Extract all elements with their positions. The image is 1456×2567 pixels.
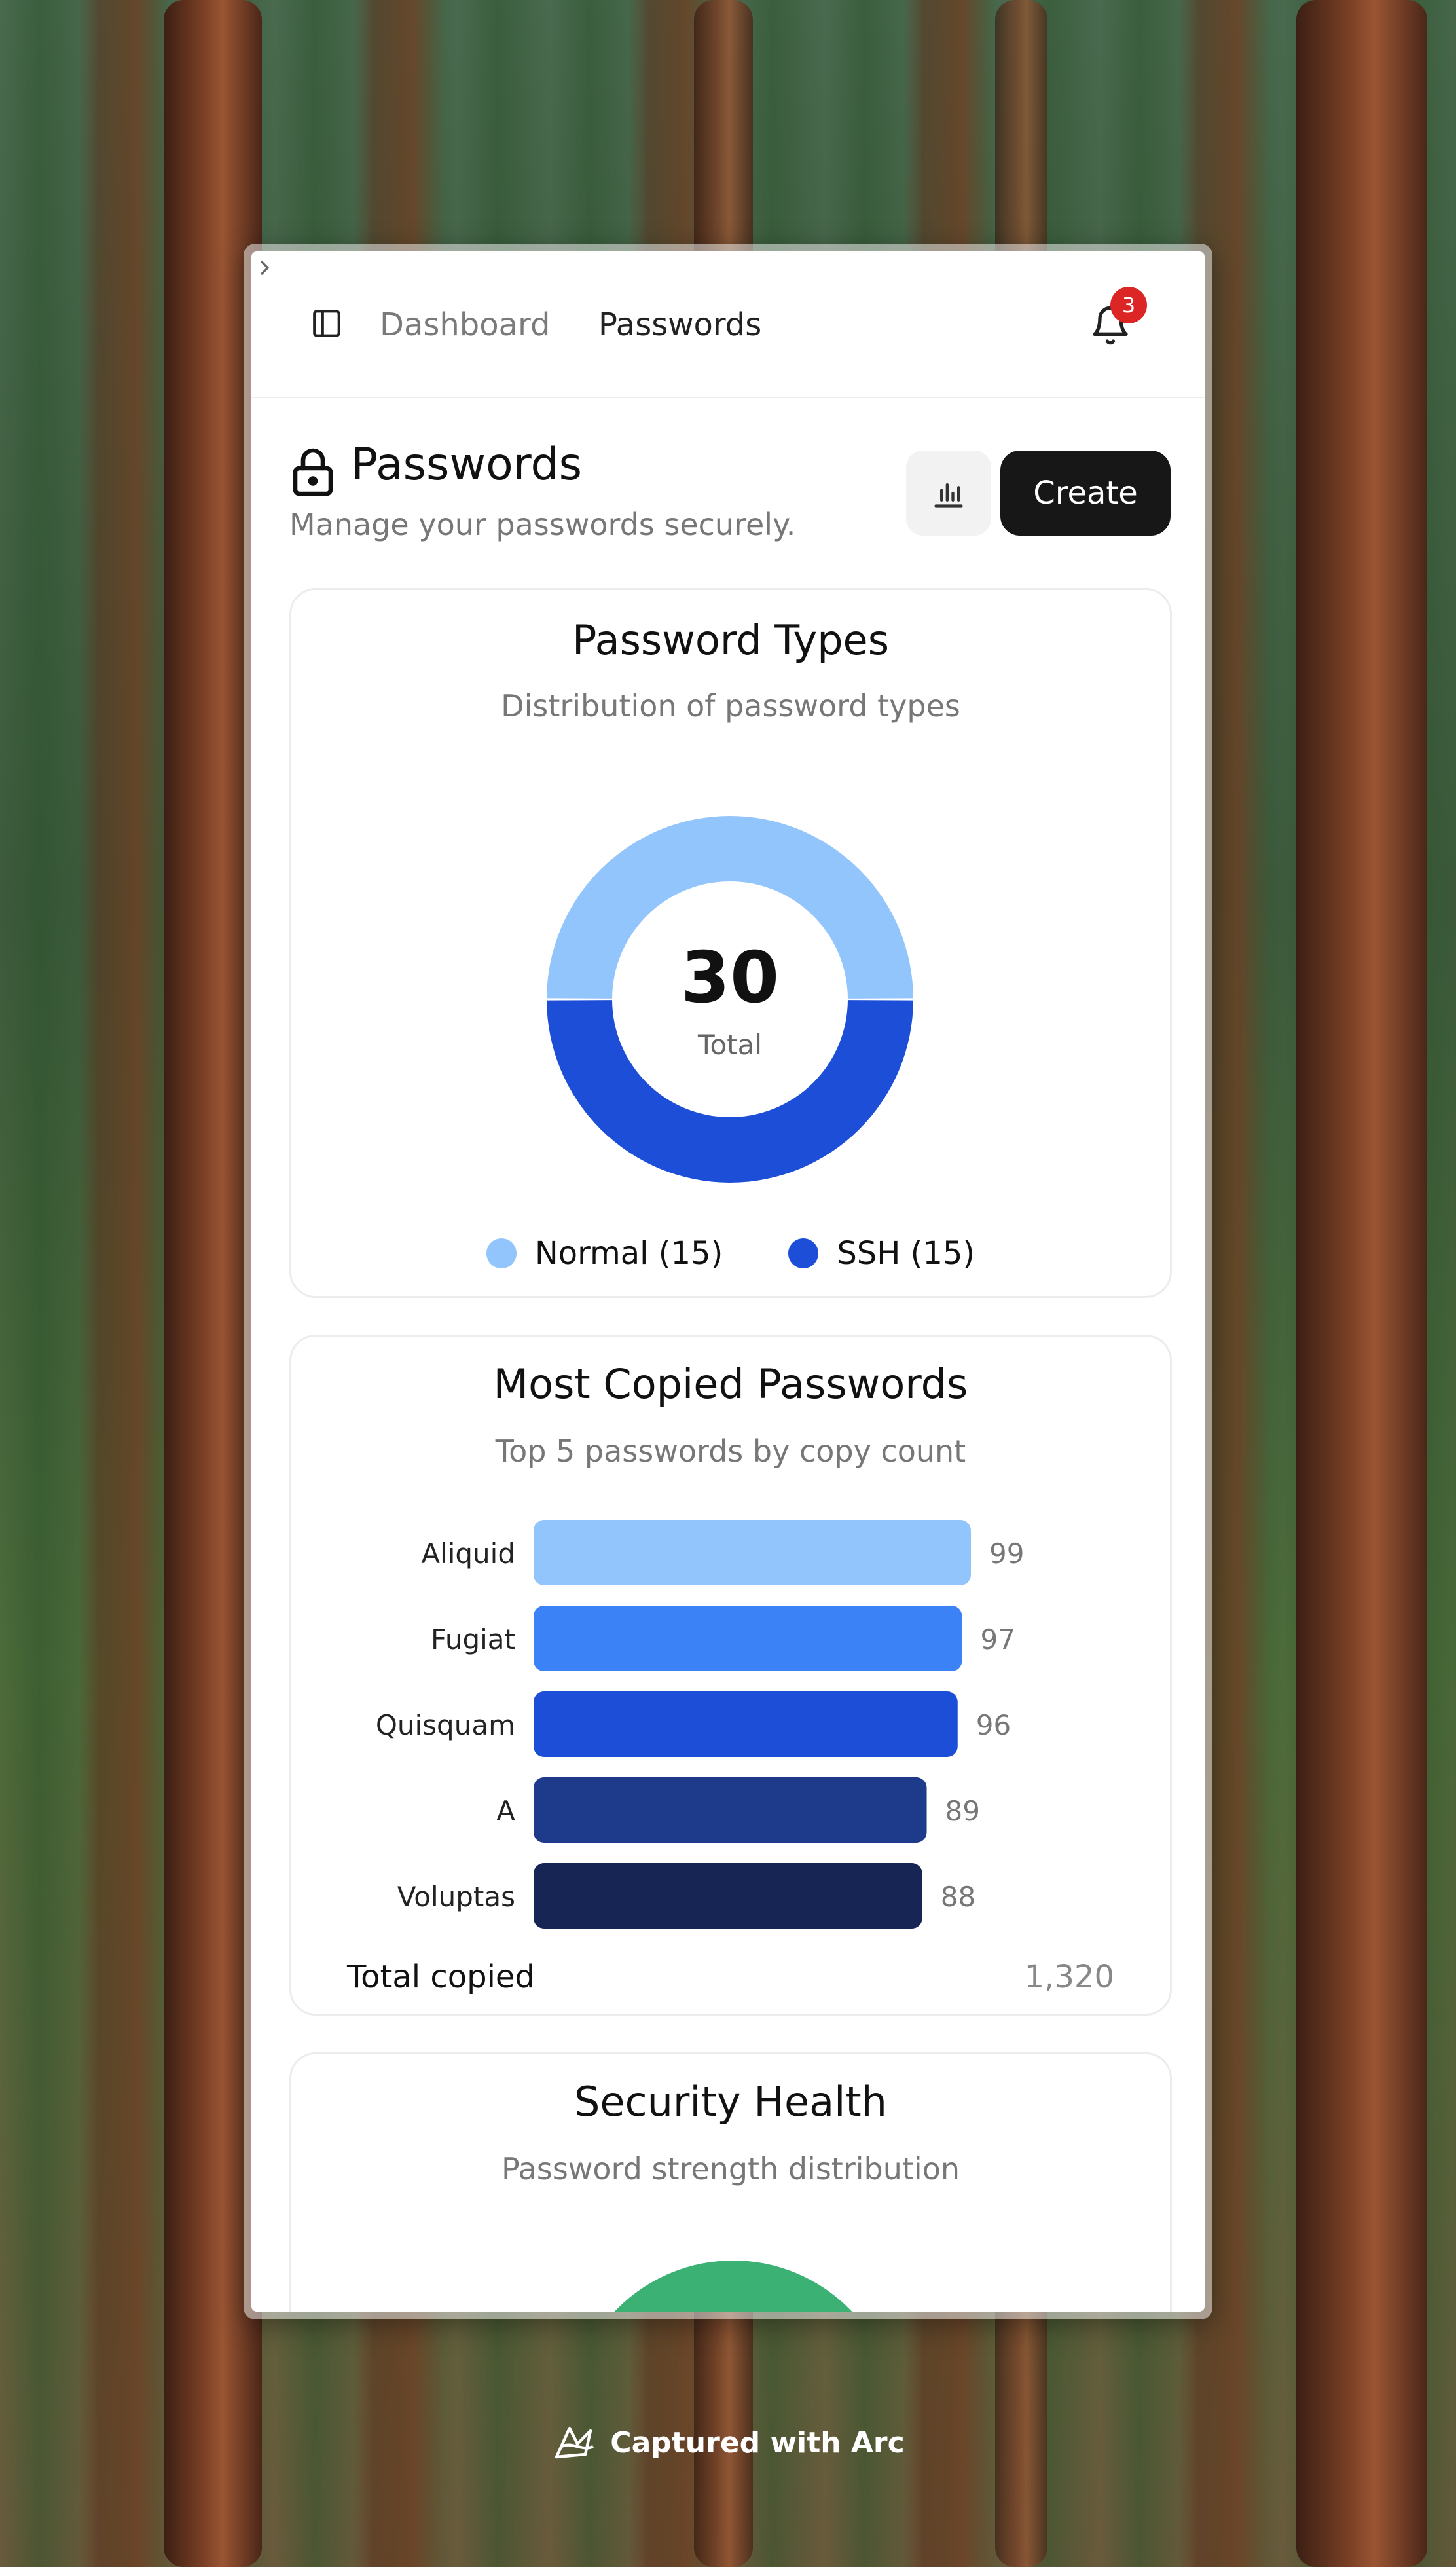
bar[interactable] [534, 1863, 922, 1929]
bar-value: 96 [976, 1709, 1011, 1741]
card-subtitle: Distribution of password types [501, 688, 960, 724]
bar-chart: Aliquid 99 Fugiat 97 Quisquam 96 A 89 Voluptas 88 [376, 1520, 1024, 1929]
card-title: Password Types [572, 616, 889, 664]
bar[interactable] [534, 1520, 971, 1585]
bar-value: 97 [981, 1623, 1015, 1655]
total-copied-label: Total copied [347, 1959, 535, 1995]
bar-label: A [496, 1795, 515, 1827]
legend-label-normal: Normal (15) [534, 1235, 723, 1272]
create-button[interactable]: Create [1000, 451, 1171, 536]
total-copied-value: 1,320 [1024, 1959, 1114, 1995]
chevron-right-icon [260, 260, 270, 276]
donut-chart: 30 Total [543, 813, 917, 1186]
bar[interactable] [534, 1691, 958, 1757]
password-types-card: Password Types Distribution of password … [289, 588, 1172, 1298]
card-subtitle: Password strength distribution [501, 2151, 960, 2187]
bar-value: 99 [989, 1538, 1024, 1570]
page-title: Passwords [351, 439, 583, 490]
legend-label-ssh: SSH (15) [837, 1235, 975, 1272]
top-bar: Dashboard Passwords 3 [251, 251, 1205, 398]
card-title: Most Copied Passwords [493, 1360, 968, 1408]
bar-chart-icon [934, 483, 963, 508]
bar-label: Fugiat [431, 1623, 515, 1655]
bar-label: Voluptas [397, 1881, 515, 1913]
legend-item-normal: Normal (15) [486, 1235, 723, 1272]
background-trunk [1296, 0, 1427, 2567]
bar-value: 89 [945, 1795, 980, 1827]
breadcrumb-current: Passwords [598, 306, 762, 343]
donut-total-label: Total [697, 1029, 763, 1061]
arc-capture-badge: Captured with Arc [0, 2423, 1456, 2462]
bar[interactable] [534, 1606, 962, 1671]
bar[interactable] [534, 1777, 927, 1843]
bar-label: Quisquam [376, 1709, 515, 1741]
donut-legend: Normal (15) SSH (15) [291, 1235, 1170, 1272]
sidebar-toggle-icon[interactable] [310, 307, 343, 340]
card-subtitle: Top 5 passwords by copy count [495, 1433, 966, 1469]
breadcrumb-dashboard[interactable]: Dashboard [380, 306, 550, 343]
bar-value: 88 [941, 1881, 975, 1913]
legend-dot-ssh [788, 1238, 819, 1268]
browser-window: Dashboard Passwords 3 Passwords Manage y… [244, 244, 1212, 2319]
donut-slice-ssh[interactable] [547, 1000, 913, 1183]
legend-item-ssh: SSH (15) [788, 1235, 975, 1272]
card-title: Security Health [574, 2078, 887, 2126]
security-health-card: Security Health Password strength distri… [289, 2052, 1172, 2312]
app-page: Dashboard Passwords 3 Passwords Manage y… [251, 251, 1205, 2312]
most-copied-card: Most Copied Passwords Top 5 passwords by… [289, 1335, 1172, 2016]
page-subtitle: Manage your passwords securely. [289, 507, 796, 542]
bar-label: Aliquid [421, 1538, 515, 1570]
legend-dot-normal [486, 1238, 517, 1268]
statistics-button[interactable] [906, 451, 991, 536]
health-gauge [570, 2261, 897, 2312]
notification-badge: 3 [1110, 287, 1147, 323]
lock-icon [293, 448, 333, 496]
arc-logo-icon [555, 2426, 594, 2459]
total-copied-row: Total copied 1,320 [347, 1959, 1114, 1995]
arc-capture-label: Captured with Arc [610, 2426, 905, 2460]
donut-total-value: 30 [680, 937, 780, 1019]
